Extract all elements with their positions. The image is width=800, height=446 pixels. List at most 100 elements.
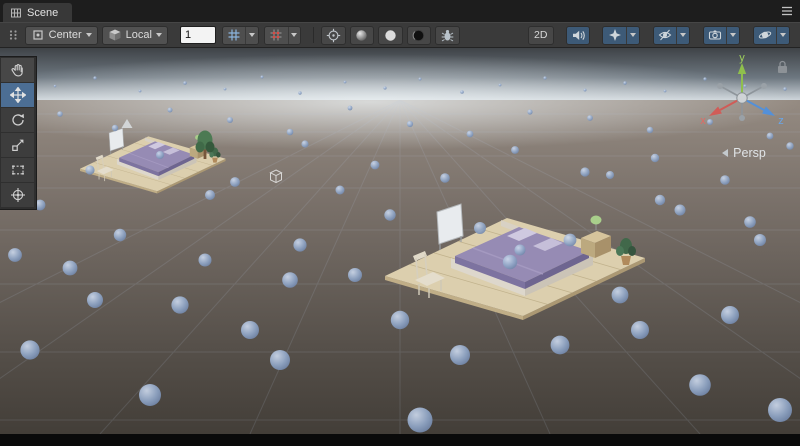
- rotate-icon: [10, 112, 26, 128]
- axis-neg-x-handle[interactable]: [761, 83, 767, 89]
- physics-sphere: [93, 76, 96, 79]
- grip-dots-icon: [7, 28, 19, 42]
- increment-snap-dropdown[interactable]: [288, 27, 301, 44]
- lock-icon[interactable]: [778, 62, 787, 74]
- 2d-mode-toggle[interactable]: 2D: [528, 26, 554, 45]
- physics-sphere: [720, 175, 730, 185]
- grid-icon: [10, 7, 22, 19]
- physics-sphere: [112, 125, 118, 131]
- physics-sphere: [450, 345, 470, 365]
- bottom-edge: [0, 434, 800, 446]
- audio-toggle[interactable]: [566, 26, 590, 45]
- scene-visibility-toggle[interactable]: [654, 27, 676, 44]
- physics-sphere: [383, 86, 386, 89]
- axis-y-cone[interactable]: [738, 63, 746, 74]
- physics-sphere: [384, 209, 395, 220]
- hand-tool-button[interactable]: [1, 58, 34, 83]
- axis-neg-z-handle[interactable]: [717, 83, 723, 89]
- physics-sphere: [57, 111, 63, 117]
- chevron-down-icon: [249, 33, 255, 37]
- transform-tool-button[interactable]: [1, 183, 34, 208]
- gizmos-dropdown[interactable]: [776, 27, 789, 44]
- grid-snap-button: [222, 26, 259, 45]
- physics-sphere: [54, 85, 57, 88]
- scale-tool-button[interactable]: [1, 133, 34, 158]
- shaded-sphere-toggle[interactable]: [350, 26, 374, 45]
- chevron-down-icon: [680, 33, 686, 37]
- grid-snap-dropdown[interactable]: [245, 27, 258, 44]
- physics-sphere: [543, 76, 546, 79]
- toolbar-separator: [313, 27, 314, 43]
- hand-icon: [10, 62, 26, 78]
- physics-sphere: [580, 167, 589, 176]
- rect-tool-button[interactable]: [1, 158, 34, 183]
- debug-bug-toggle[interactable]: [435, 26, 459, 45]
- axis-x-cone[interactable]: [709, 107, 722, 117]
- shaded-sphere-icon: [354, 28, 369, 43]
- axis-z-cone[interactable]: [762, 107, 775, 117]
- physics-sphere: [171, 296, 188, 313]
- grid-snap-toggle[interactable]: [223, 27, 245, 44]
- physics-sphere: [721, 306, 739, 324]
- scene-viewport[interactable]: y x z Persp: [0, 48, 800, 434]
- camera-settings-dropdown[interactable]: [726, 27, 739, 44]
- physics-sphere: [623, 81, 626, 84]
- orientation-gizmo[interactable]: y x z: [694, 52, 790, 152]
- physics-sphere: [85, 165, 94, 174]
- dark-mode-icon: [411, 28, 426, 43]
- grid-snap-icon: [227, 28, 241, 42]
- camera-settings-button: [703, 26, 740, 45]
- chevron-down-icon: [730, 33, 736, 37]
- tab-scene[interactable]: Scene: [3, 3, 72, 22]
- physics-sphere: [183, 81, 187, 85]
- effects-star-icon: [608, 28, 622, 42]
- hamburger-menu-icon[interactable]: [779, 4, 795, 18]
- physics-sphere: [564, 234, 577, 247]
- physics-sphere: [87, 292, 103, 308]
- pivot-dropdown[interactable]: Center: [25, 26, 98, 45]
- gizmos-toggle[interactable]: [754, 27, 776, 44]
- visibility-eye-icon: [658, 28, 672, 42]
- scene-visibility-dropdown[interactable]: [676, 27, 689, 44]
- light-mode-toggle[interactable]: [378, 26, 402, 45]
- physics-sphere: [348, 268, 362, 282]
- effects-toggle[interactable]: [603, 27, 625, 44]
- tab-label: Scene: [27, 7, 58, 19]
- handle-orientation-dropdown[interactable]: Local: [102, 26, 168, 45]
- increment-snap-toggle[interactable]: [265, 27, 287, 44]
- move-tool-button[interactable]: [1, 83, 34, 108]
- axis-neg-y-handle[interactable]: [739, 115, 745, 121]
- physics-sphere: [139, 384, 161, 406]
- physics-sphere: [270, 350, 290, 370]
- pivot-label: Center: [49, 29, 82, 41]
- physics-sphere: [408, 408, 433, 433]
- axis-center-ball[interactable]: [737, 93, 747, 103]
- physics-sphere: [8, 248, 22, 262]
- effects-button: [602, 26, 639, 45]
- rotate-tool-button[interactable]: [1, 108, 34, 133]
- camera-settings-toggle[interactable]: [704, 27, 726, 44]
- gizmo-globe-icon: [758, 28, 772, 42]
- tool-column: [0, 56, 37, 210]
- scale-icon: [10, 137, 26, 153]
- chevron-down-icon: [630, 33, 636, 37]
- physics-sphere: [224, 88, 227, 91]
- physics-sphere: [371, 161, 380, 170]
- chevron-down-icon: [156, 33, 162, 37]
- physics-sphere: [168, 108, 173, 113]
- grid-size-input[interactable]: [180, 26, 216, 44]
- physics-sphere: [511, 146, 519, 154]
- projection-toggle[interactable]: Persp: [700, 146, 788, 160]
- physics-sphere: [348, 106, 353, 111]
- gizmos-target-toggle[interactable]: [321, 26, 345, 45]
- tool-grip-icon[interactable]: [5, 27, 21, 43]
- physics-sphere: [647, 127, 653, 133]
- physics-sphere: [114, 229, 126, 241]
- physics-sphere: [301, 140, 308, 147]
- local-cube-icon: [108, 28, 122, 42]
- scene-window: Scene Center: [0, 0, 800, 446]
- dark-mode-toggle[interactable]: [407, 26, 431, 45]
- tab-bar: Scene: [0, 0, 800, 22]
- effects-dropdown[interactable]: [626, 27, 639, 44]
- light-mode-icon: [383, 28, 398, 43]
